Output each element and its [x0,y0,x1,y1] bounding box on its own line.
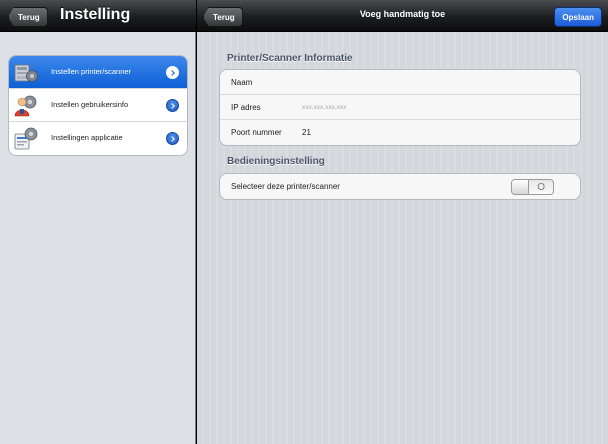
disclosure-arrow-icon[interactable] [166,66,179,79]
toggle-off-icon: O [537,182,545,193]
name-row[interactable]: Naam [220,70,580,95]
select-printer-label: Selecteer deze printer/scanner [231,182,340,191]
info-section-header: Printer/Scanner Informatie [227,53,353,64]
save-button[interactable]: Opslaan [554,7,602,27]
detail-pane: Terug Voeg handmatig toe Opslaan Printer… [197,0,608,444]
menu-item-label: Instellen gebruikersinfo [51,100,129,109]
info-group: Naam IP adres xxx.xxx.xxx.xxx Poort numm… [219,69,581,146]
name-label: Naam [231,78,253,87]
ip-address-row[interactable]: IP adres xxx.xxx.xxx.xxx [220,95,580,120]
left-back-button[interactable]: Terug [8,7,48,27]
menu-item-label: Instellingen applicatie [51,133,123,142]
left-title: Instelling [60,6,131,23]
port-number-field[interactable]: 21 [302,128,311,137]
toggle-knob[interactable] [512,180,529,194]
ip-address-field[interactable]: xxx.xxx.xxx.xxx [302,104,346,111]
menu-item-user-info[interactable]: Instellen gebruikersinfo [9,89,187,122]
operation-section-header: Bedieningsinstelling [227,156,325,167]
master-pane: Terug Instelling Instellen printer/scann… [0,0,196,444]
port-number-label: Poort nummer [231,128,282,137]
application-settings-icon [14,127,38,150]
left-navbar: Terug Instelling [0,0,196,32]
menu-item-label: Instellen printer/scanner [51,67,132,76]
right-title: Voeg handmatig toe [359,9,446,19]
ip-address-label: IP adres [231,103,261,112]
select-printer-row: Selecteer deze printer/scanner O [220,174,580,199]
printer-scanner-icon [14,62,38,82]
right-navbar: Terug Voeg handmatig toe Opslaan [197,0,608,32]
user-info-icon [14,95,37,117]
port-number-row[interactable]: Poort nummer 21 [220,120,580,145]
disclosure-arrow-icon[interactable] [166,99,179,112]
disclosure-arrow-icon[interactable] [166,132,179,145]
select-printer-toggle[interactable]: O [511,179,554,195]
settings-menu: Instellen printer/scanner Instellen gebr… [8,55,188,156]
operation-group: Selecteer deze printer/scanner O [219,173,581,200]
menu-item-application-settings[interactable]: Instellingen applicatie [9,122,187,155]
menu-item-printer-scanner[interactable]: Instellen printer/scanner [9,56,187,89]
